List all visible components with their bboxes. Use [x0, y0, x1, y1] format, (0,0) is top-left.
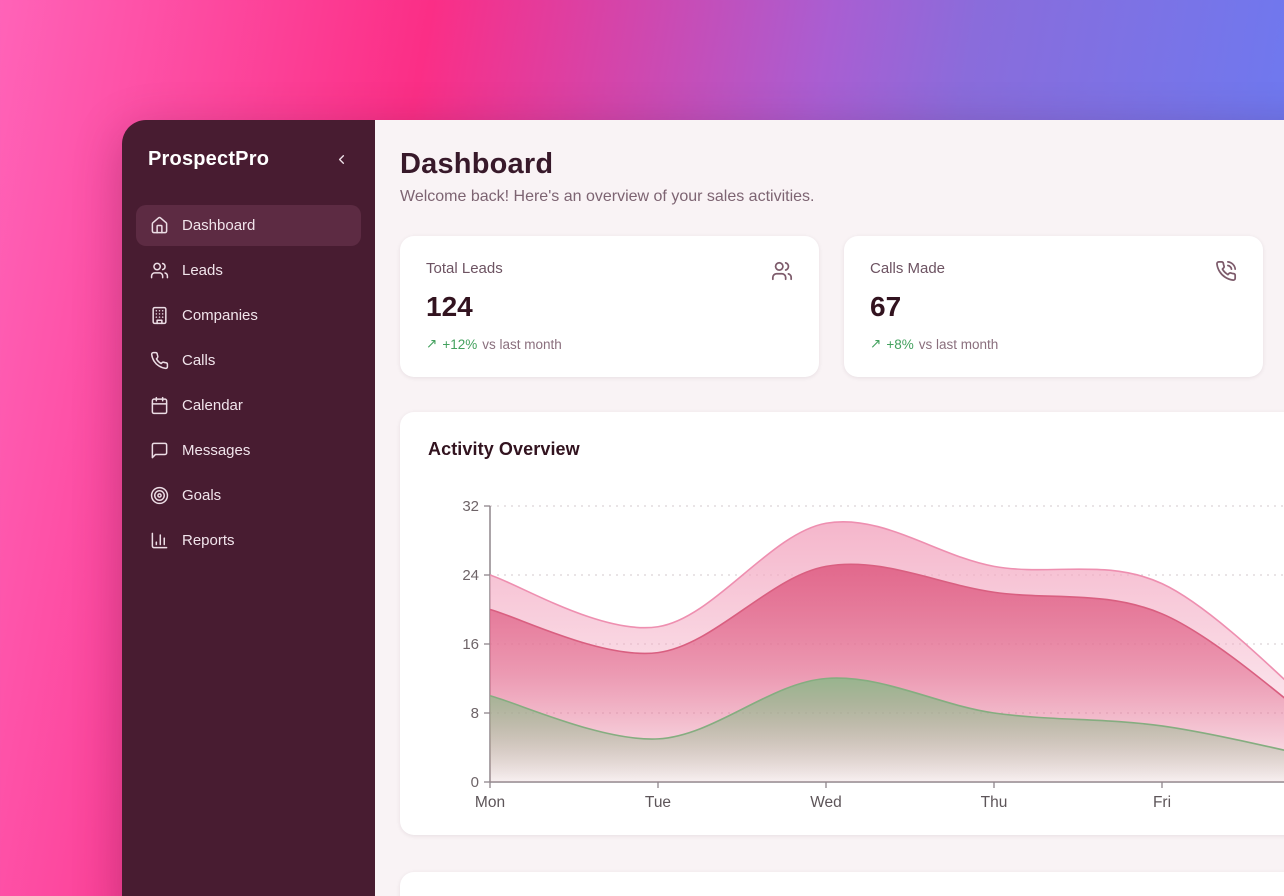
activity-chart: 08162432MonTueWedThuFriSat [428, 482, 1284, 814]
sidebar-item-label: Leads [182, 262, 223, 279]
app-window: ProspectPro Dashboard Leads [122, 120, 1284, 896]
trend-up-icon: ↗ [870, 336, 881, 352]
sidebar-item-messages[interactable]: Messages [136, 430, 361, 471]
sidebar-nav: Dashboard Leads Companies Calls [136, 205, 361, 561]
page-subtitle: Welcome back! Here's an overview of your… [400, 188, 1284, 206]
stat-card-calls-made: Calls Made 67 ↗ +8% vs last month [844, 236, 1263, 377]
svg-text:0: 0 [471, 774, 479, 791]
stats-row: Total Leads 124 ↗ +12% vs last month Cal… [400, 236, 1284, 377]
users-icon [771, 260, 793, 282]
stat-card-total-leads: Total Leads 124 ↗ +12% vs last month [400, 236, 819, 377]
activity-overview-card: Activity Overview 0 8 16 24 32 Mon Tue Wed Thu Fr… [400, 412, 1284, 835]
page-title: Dashboard [400, 148, 1284, 181]
stat-trend: ↗ +12% vs last month [426, 336, 793, 352]
svg-text:Thu: Thu [981, 794, 1008, 811]
phone-icon [150, 351, 169, 370]
chevron-left-icon [334, 152, 349, 167]
svg-text:24: 24 [462, 567, 479, 584]
users-icon [150, 261, 169, 280]
trend-note: vs last month [482, 337, 562, 352]
bar-chart-icon [150, 531, 169, 550]
sidebar-item-label: Calendar [182, 397, 243, 414]
partial-bottom-card [400, 872, 1284, 896]
sidebar-collapse-button[interactable] [332, 150, 351, 169]
svg-text:Tue: Tue [645, 794, 671, 811]
svg-text:Fri: Fri [1153, 794, 1171, 811]
svg-text:32: 32 [462, 498, 479, 515]
message-icon [150, 441, 169, 460]
sidebar-item-label: Reports [182, 532, 235, 549]
sidebar-item-label: Dashboard [182, 217, 255, 234]
sidebar-item-label: Companies [182, 307, 258, 324]
stat-value: 67 [870, 291, 1237, 323]
svg-text:8: 8 [471, 705, 479, 722]
building-icon [150, 306, 169, 325]
svg-text:Wed: Wed [810, 794, 842, 811]
sidebar-item-dashboard[interactable]: Dashboard [136, 205, 361, 246]
sidebar-item-reports[interactable]: Reports [136, 520, 361, 561]
sidebar-item-calendar[interactable]: Calendar [136, 385, 361, 426]
trend-up-icon: ↗ [426, 336, 437, 352]
stat-value: 124 [426, 291, 793, 323]
calendar-icon [150, 396, 169, 415]
brand-logo: ProspectPro [148, 148, 269, 171]
phone-call-icon [1215, 260, 1237, 282]
stat-label: Total Leads [426, 260, 503, 277]
svg-text:Mon: Mon [475, 794, 505, 811]
home-icon [150, 216, 169, 235]
sidebar-item-calls[interactable]: Calls [136, 340, 361, 381]
sidebar-item-companies[interactable]: Companies [136, 295, 361, 336]
chart-title: Activity Overview [428, 439, 1284, 460]
sidebar-item-label: Goals [182, 487, 221, 504]
sidebar-item-label: Messages [182, 442, 250, 459]
main-content: Dashboard Welcome back! Here's an overvi… [375, 120, 1284, 896]
chart-wrap: 08162432MonTueWedThuFriSat [428, 482, 1284, 819]
stat-trend: ↗ +8% vs last month [870, 336, 1237, 352]
stat-label: Calls Made [870, 260, 945, 277]
brand-row: ProspectPro [136, 144, 361, 171]
sidebar-item-goals[interactable]: Goals [136, 475, 361, 516]
target-icon [150, 486, 169, 505]
trend-percent: +12% [442, 337, 477, 352]
sidebar-item-leads[interactable]: Leads [136, 250, 361, 291]
trend-note: vs last month [919, 337, 999, 352]
sidebar: ProspectPro Dashboard Leads [122, 120, 375, 896]
sidebar-item-label: Calls [182, 352, 215, 369]
svg-text:16: 16 [462, 636, 479, 653]
trend-percent: +8% [886, 337, 913, 352]
